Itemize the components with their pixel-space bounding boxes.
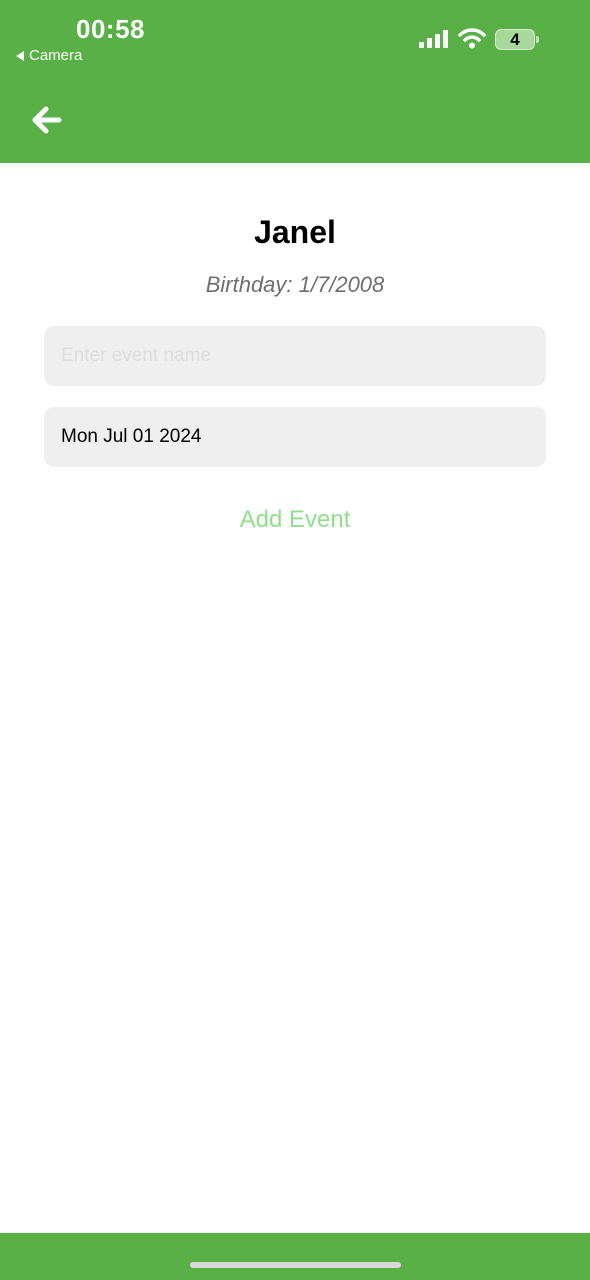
cellular-signal-icon: [419, 30, 448, 48]
app-header: 00:58 Camera 4: [0, 0, 590, 163]
battery-cap: [536, 36, 539, 43]
arrow-left-icon[interactable]: [30, 104, 64, 138]
add-event-button[interactable]: Add Event: [0, 506, 590, 534]
wifi-icon: [458, 28, 486, 49]
back-triangle-icon: [16, 50, 24, 61]
status-time: 00:58: [76, 14, 145, 44]
back-to-app-label: Camera: [29, 47, 83, 64]
event-name-input[interactable]: [44, 326, 546, 386]
event-date-field[interactable]: Mon Jul 01 2024: [44, 407, 546, 467]
event-date-value: Mon Jul 01 2024: [61, 426, 202, 447]
home-indicator[interactable]: [190, 1262, 401, 1268]
person-name: Janel: [254, 214, 336, 250]
birthday-text: Birthday: 1/7/2008: [205, 272, 385, 297]
app-footer: [0, 1233, 590, 1280]
battery-level: 4: [510, 29, 520, 49]
back-to-app-link[interactable]: Camera: [16, 47, 82, 64]
battery-icon: 4: [495, 29, 535, 50]
